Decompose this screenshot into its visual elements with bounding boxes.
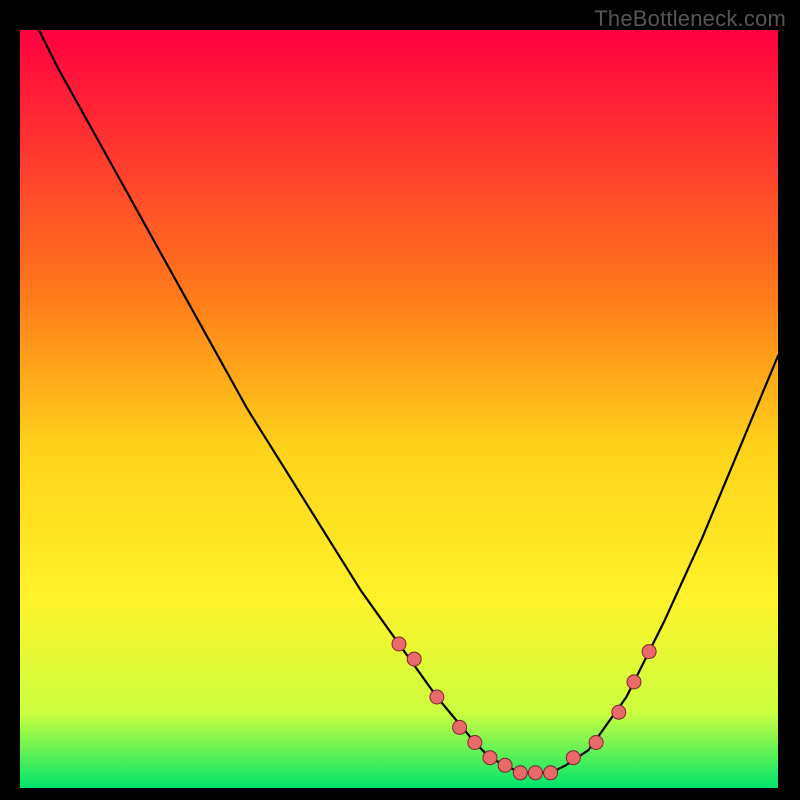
curve-point — [642, 645, 656, 659]
chart-svg — [20, 30, 778, 788]
curve-point — [498, 758, 512, 772]
curve-point — [513, 766, 527, 780]
curve-point — [453, 720, 467, 734]
curve-point — [589, 736, 603, 750]
gradient-plot-area — [20, 30, 778, 788]
curve-point — [566, 751, 580, 765]
curve-point — [544, 766, 558, 780]
watermark-text: TheBottleneck.com — [594, 6, 786, 32]
curve-point — [468, 736, 482, 750]
curve-point — [407, 652, 421, 666]
curve-point — [528, 766, 542, 780]
curve-point — [627, 675, 641, 689]
curve-point — [483, 751, 497, 765]
curve-point — [392, 637, 406, 651]
curve-point — [612, 705, 626, 719]
curve-point — [430, 690, 444, 704]
